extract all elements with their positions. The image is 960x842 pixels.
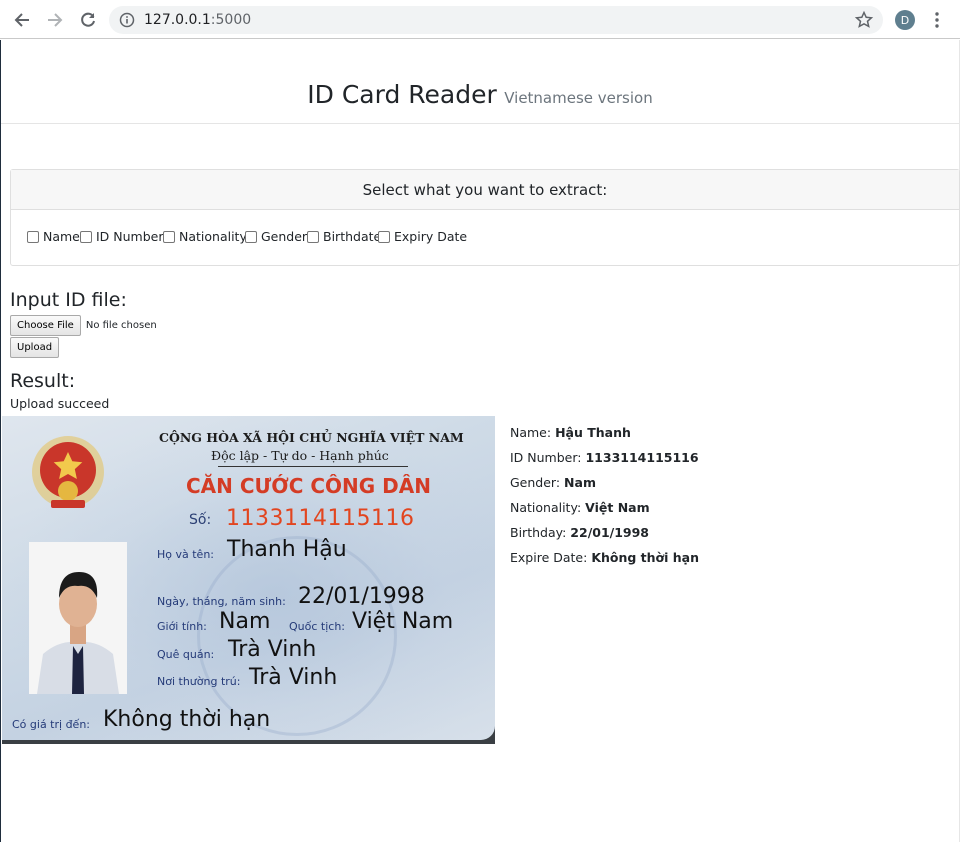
option-label: Nationality	[179, 229, 247, 244]
portrait-photo	[29, 542, 127, 694]
option-name[interactable]: Name	[27, 229, 80, 244]
profile-avatar[interactable]: D	[895, 10, 915, 30]
name-checkbox[interactable]	[27, 230, 39, 243]
file-input[interactable]: Choose File No file chosen	[10, 315, 157, 336]
arrow-left-icon	[14, 13, 29, 27]
choose-file-button[interactable]: Choose File	[10, 315, 81, 336]
watermark-seal	[197, 536, 397, 736]
result-id-number: ID Number: 1133114115116	[510, 451, 699, 476]
forward-button[interactable]	[43, 8, 67, 32]
result-value: Không thời hạn	[591, 550, 700, 565]
page-subtitle: Vietnamese version	[504, 89, 653, 107]
reload-icon	[81, 12, 95, 27]
page-content: ID Card Reader Vietnamese version Select…	[0, 40, 960, 842]
option-id-number[interactable]: ID Number	[80, 229, 164, 244]
result-nationality: Nationality: Việt Nam	[510, 501, 699, 526]
birthdate-checkbox[interactable]	[307, 230, 319, 243]
result-gender: Gender: Nam	[510, 476, 699, 501]
result-birthday: Birthday: 22/01/1998	[510, 526, 699, 551]
upload-status: Upload succeed	[10, 396, 110, 411]
extract-options-title: Select what you want to extract:	[11, 170, 959, 210]
file-status: No file chosen	[85, 320, 157, 331]
bookmark-star-icon[interactable]	[854, 10, 874, 30]
page-title: ID Card Reader	[307, 80, 497, 109]
result-label: Name:	[510, 425, 552, 440]
extraction-results: Name: Hậu Thanh ID Number: 1133114115116…	[510, 426, 699, 576]
card-number-value: 1133114115116	[226, 506, 415, 531]
back-button[interactable]	[10, 8, 34, 32]
option-label: Name	[43, 229, 80, 244]
result-value: Hậu Thanh	[555, 425, 631, 440]
url-text: 127.0.0.1:5000	[144, 12, 252, 28]
gender-checkbox[interactable]	[245, 230, 257, 243]
result-name: Name: Hậu Thanh	[510, 426, 699, 451]
result-label: Birthday:	[510, 525, 567, 540]
info-icon	[119, 12, 135, 28]
person-photo-icon	[29, 542, 127, 694]
motto-underline	[218, 466, 408, 467]
card-residence-label: Nơi thường trú:	[157, 675, 241, 688]
card-residence-value: Trà Vinh	[249, 665, 338, 690]
result-label: Expire Date:	[510, 550, 588, 565]
page-header: ID Card Reader Vietnamese version	[1, 40, 959, 124]
option-gender[interactable]: Gender	[245, 229, 307, 244]
browser-toolbar: 127.0.0.1:5000 D	[0, 0, 960, 39]
option-label: Birthdate	[323, 229, 382, 244]
result-value: Nam	[564, 475, 596, 490]
card-expiry-label: Có giá trị đến:	[12, 718, 90, 731]
option-birthdate[interactable]: Birthdate	[307, 229, 381, 244]
arrow-right-icon	[48, 13, 63, 27]
card-gender-value: Nam	[219, 609, 271, 634]
nationality-checkbox[interactable]	[163, 230, 175, 243]
option-expiry-date[interactable]: Expiry Date	[378, 229, 467, 244]
card-hometown-label: Quê quán:	[157, 648, 215, 661]
result-heading: Result:	[10, 370, 76, 392]
option-label: Expiry Date	[394, 229, 468, 244]
option-label: Gender	[261, 229, 308, 244]
expiry-date-checkbox[interactable]	[378, 230, 390, 243]
result-expire-date: Expire Date: Không thời hạn	[510, 551, 699, 576]
card-expiry-value: Không thời hạn	[103, 707, 271, 732]
card-number-label: Số:	[189, 512, 212, 528]
id-card-image: CỘNG HÒA XÃ HỘI CHỦ NGHĨA VIỆT NAM Độc l…	[2, 416, 495, 744]
option-nationality[interactable]: Nationality	[163, 229, 247, 244]
result-value: Việt Nam	[585, 500, 650, 515]
national-emblem-icon	[32, 436, 104, 508]
result-label: Nationality:	[510, 500, 582, 515]
result-label: Gender:	[510, 475, 561, 490]
card-name-label: Họ và tên:	[157, 548, 215, 561]
card-motto-text: Độc lập - Tự do - Hạnh phúc	[211, 448, 389, 463]
card-dob-label: Ngày, tháng, năm sinh:	[157, 595, 286, 608]
result-value: 22/01/1998	[570, 525, 650, 540]
reload-button[interactable]	[76, 8, 100, 32]
upload-button[interactable]: Upload	[10, 337, 60, 358]
id-number-checkbox[interactable]	[80, 230, 92, 243]
extract-options-body: Name ID Number Nationality Gender Birthd…	[11, 210, 959, 266]
address-bar[interactable]: 127.0.0.1:5000	[109, 6, 883, 34]
input-heading: Input ID file:	[10, 289, 127, 311]
card-dob-value: 22/01/1998	[298, 584, 425, 609]
card-hometown-value: Trà Vinh	[228, 637, 317, 662]
card-name-value: Thanh Hậu	[227, 537, 347, 562]
card-nationality-label: Quốc tịch:	[289, 620, 345, 633]
more-menu-icon[interactable]	[930, 10, 944, 30]
card-republic-text: CỘNG HÒA XÃ HỘI CHỦ NGHĨA VIỆT NAM	[159, 430, 464, 445]
card-title-text: CĂN CƯỚC CÔNG DÂN	[186, 474, 431, 498]
result-label: ID Number:	[510, 450, 582, 465]
option-label: ID Number	[96, 229, 164, 244]
result-value: 1133114115116	[585, 450, 699, 465]
extract-options-card: Select what you want to extract: Name ID…	[10, 169, 960, 266]
card-gender-label: Giới tính:	[157, 620, 207, 633]
card-nationality-value: Việt Nam	[352, 609, 454, 634]
